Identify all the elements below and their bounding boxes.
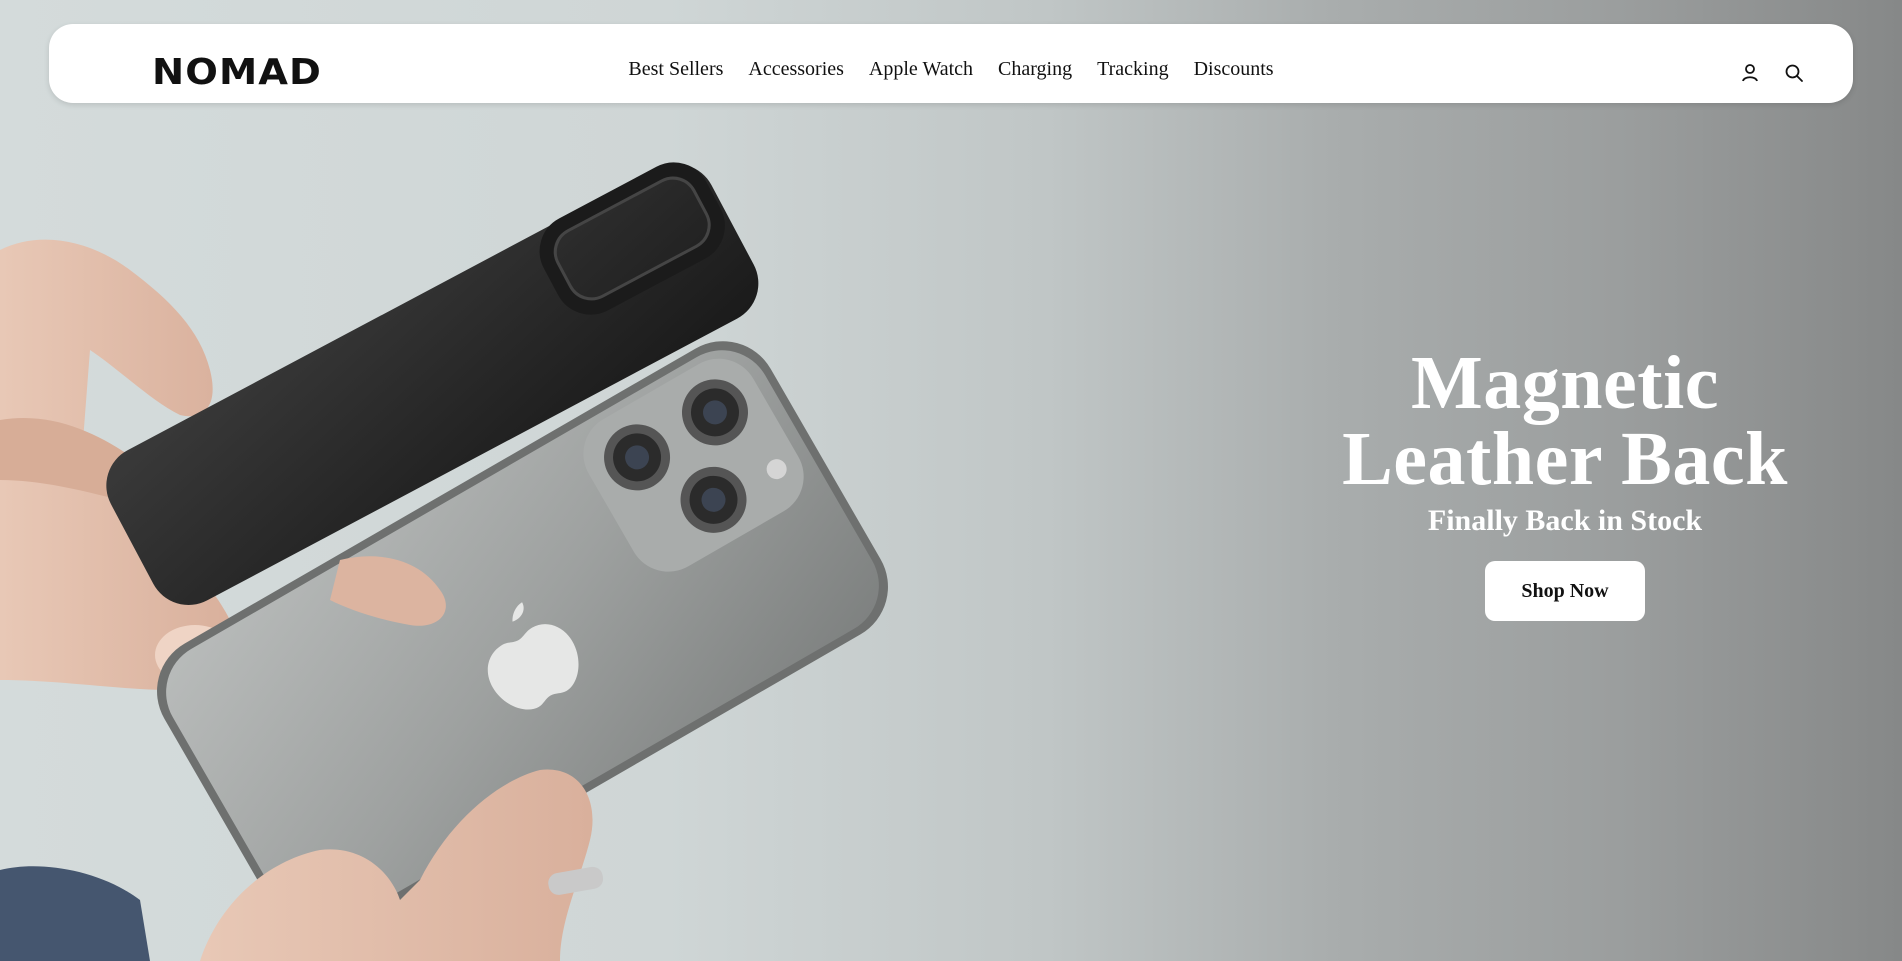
hero-product-image	[0, 162, 888, 961]
nav-item-best-sellers[interactable]: Best Sellers	[628, 58, 723, 81]
top-navigation-bar: NOMAD Best Sellers Accessories Apple Wat…	[49, 24, 1853, 103]
hero-title: Magnetic Leather Back	[1300, 345, 1830, 497]
nav-utility-icons	[1739, 62, 1805, 84]
nav-item-apple-watch[interactable]: Apple Watch	[869, 58, 973, 81]
hero-copy: Magnetic Leather Back Finally Back in St…	[1300, 345, 1830, 621]
shop-now-button[interactable]: Shop Now	[1485, 561, 1645, 621]
hero-subtitle: Finally Back in Stock	[1427, 504, 1703, 537]
hero-title-line-1: Magnetic	[1411, 341, 1719, 425]
hero-title-line-2: Leather Back	[1342, 417, 1788, 501]
account-icon[interactable]	[1739, 62, 1761, 84]
nav-item-tracking[interactable]: Tracking	[1097, 58, 1168, 81]
search-icon[interactable]	[1783, 62, 1805, 84]
nav-item-accessories[interactable]: Accessories	[748, 58, 844, 81]
nav-item-discounts[interactable]: Discounts	[1194, 58, 1274, 81]
main-menu: Best Sellers Accessories Apple Watch Cha…	[49, 24, 1853, 103]
nav-item-charging[interactable]: Charging	[998, 58, 1072, 81]
